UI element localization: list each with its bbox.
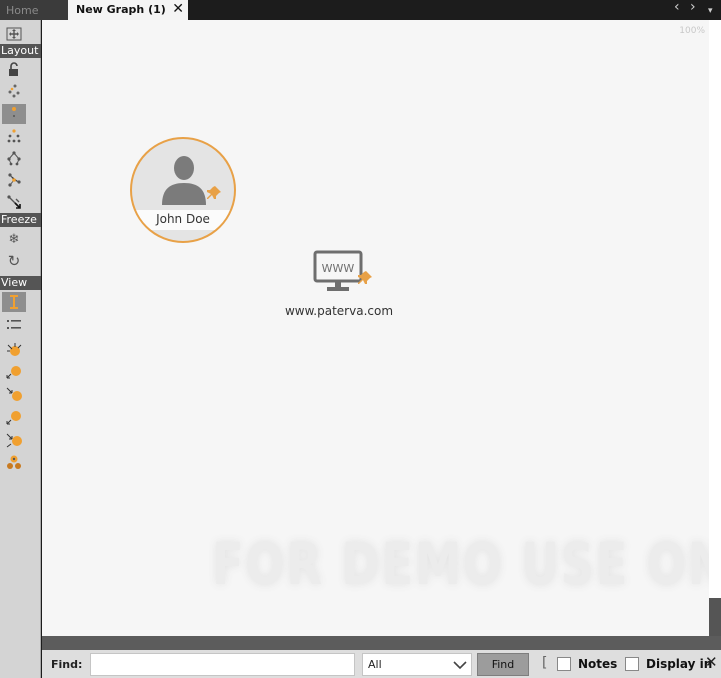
- graph-canvas[interactable]: 100% John Doe WWW www.paterva.com FOR DE…: [42, 20, 709, 636]
- find-scope-value: All: [368, 658, 382, 671]
- tab-new-graph[interactable]: New Graph (1) ✕: [68, 0, 188, 20]
- expand-arrows-icon[interactable]: [2, 24, 26, 44]
- separator: [: [542, 655, 548, 671]
- entity-group-icon[interactable]: [2, 452, 26, 472]
- circular-layout-icon[interactable]: [2, 170, 26, 190]
- person-silhouette-icon: [162, 156, 206, 205]
- chevron-down-icon: [453, 661, 467, 670]
- tab-new-graph-label: New Graph (1): [76, 3, 166, 16]
- ranked-incoming-icon[interactable]: [2, 340, 26, 360]
- display-in-checkbox-label: Display in: [646, 657, 713, 671]
- scroll-tabs-right-icon[interactable]: ›: [690, 0, 696, 14]
- www-badge: WWW: [322, 262, 355, 275]
- ranked-links-out-icon[interactable]: [2, 430, 26, 450]
- centrality-layout-icon[interactable]: [2, 126, 26, 146]
- interactive-layout-icon[interactable]: [2, 192, 26, 212]
- ranked-outgoing-icon[interactable]: [2, 362, 26, 382]
- hierarchical-layout-icon[interactable]: [2, 104, 26, 124]
- left-toolbar: Layout Freeze ❄ ↻ View: [0, 20, 41, 678]
- freeze-section-label: Freeze: [0, 213, 41, 227]
- ranked-links-in-icon[interactable]: [2, 408, 26, 428]
- person-entity-node[interactable]: John Doe: [130, 137, 236, 243]
- notes-checkbox-label: Notes: [578, 657, 618, 671]
- find-button[interactable]: Find: [477, 653, 529, 676]
- organic-layout-icon[interactable]: [2, 148, 26, 168]
- freeze-snowflake-icon[interactable]: ❄: [2, 229, 26, 249]
- find-input[interactable]: [90, 653, 355, 676]
- node-size-icon[interactable]: [2, 292, 26, 312]
- findbar-divider: [42, 636, 721, 650]
- block-layout-icon[interactable]: [2, 81, 26, 101]
- find-label: Find:: [51, 658, 83, 671]
- layout-section-label: Layout: [0, 44, 41, 58]
- find-bar: Find: All Find [ Notes Display in ✕: [42, 650, 721, 678]
- close-tab-icon[interactable]: ✕: [172, 0, 184, 18]
- tab-home[interactable]: Home: [0, 0, 68, 20]
- scroll-tabs-left-icon[interactable]: ‹: [674, 0, 680, 14]
- list-view-icon[interactable]: [2, 315, 26, 335]
- tab-list-dropdown-icon[interactable]: ▾: [708, 4, 713, 18]
- display-in-checkbox[interactable]: [625, 657, 639, 671]
- view-section-label: View: [0, 276, 41, 290]
- ranked-bidirectional-icon[interactable]: [2, 384, 26, 404]
- demo-watermark: FOR DEMO USE ONLY: [212, 530, 709, 598]
- refresh-icon[interactable]: ↻: [2, 251, 26, 271]
- pin-icon: [207, 186, 221, 199]
- monitor-icon: WWW: [313, 250, 372, 291]
- unlock-icon[interactable]: [2, 60, 26, 80]
- website-url-label: www.paterva.com: [284, 304, 394, 318]
- close-find-icon[interactable]: ✕: [705, 653, 718, 671]
- find-scope-select[interactable]: All: [362, 653, 472, 676]
- person-name-label: John Doe: [132, 210, 234, 230]
- zoom-level: 100%: [679, 26, 705, 36]
- tab-bar: Home New Graph (1) ✕ ‹ › ▾: [0, 0, 721, 20]
- canvas-scroll-edge: [709, 20, 721, 636]
- notes-checkbox[interactable]: [557, 657, 571, 671]
